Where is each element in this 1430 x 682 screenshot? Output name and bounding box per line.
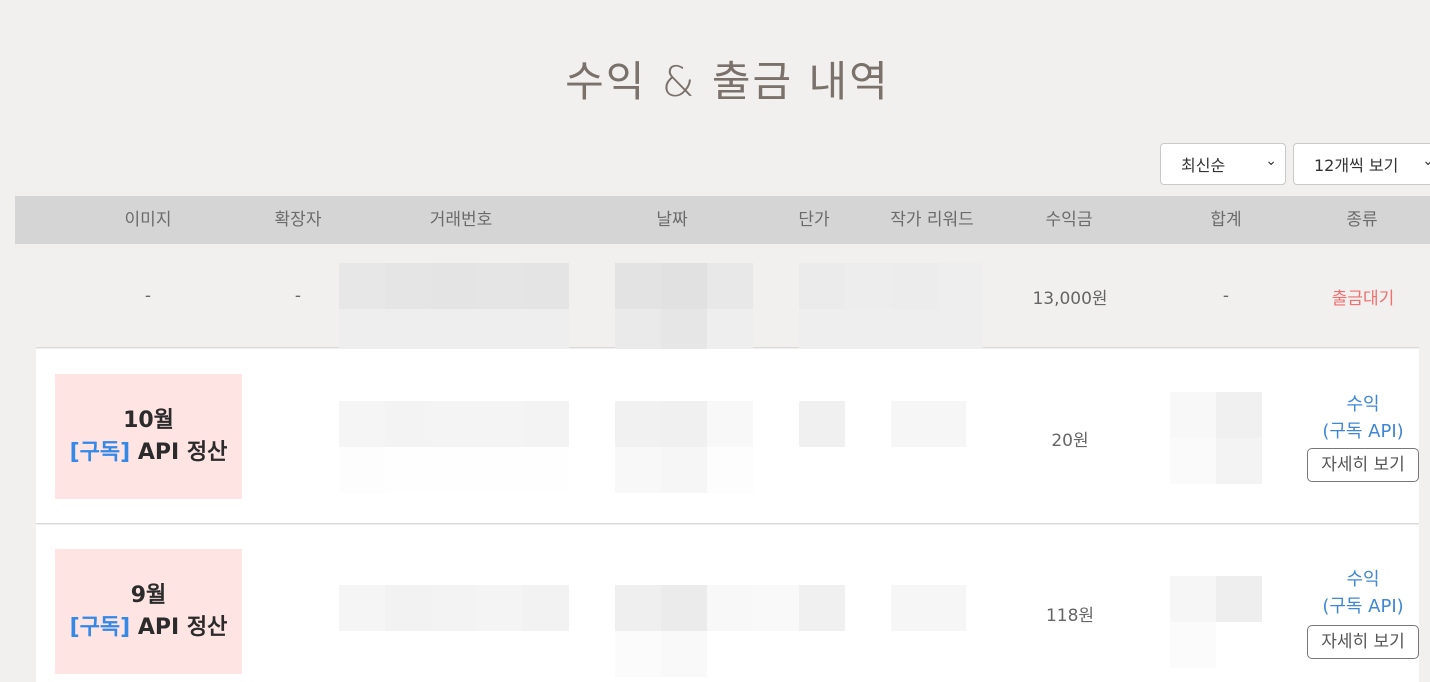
detail-button[interactable]: 자세히 보기 — [1307, 625, 1419, 659]
thumbnail-image: 9월 [구독] API 정산 — [55, 549, 242, 674]
thumbnail-image: 10월 [구독] API 정산 — [55, 374, 242, 499]
kind-subtype: (구독 API) — [1322, 596, 1404, 617]
kind-type: 수익 — [1346, 394, 1380, 415]
table-row: - - 13,000원 - 출금대기 — [36, 244, 1419, 355]
status-badge: 출금대기 — [1331, 289, 1395, 309]
image-cell: - — [144, 286, 152, 306]
sort-select[interactable]: 최신순 ⌄ — [1160, 143, 1286, 185]
redacted-price — [753, 585, 845, 631]
redacted-transaction-no — [339, 263, 569, 355]
extension-cell: - — [294, 286, 302, 306]
redacted-reward — [891, 585, 966, 631]
redacted-date — [615, 401, 753, 493]
column-header-kind: 종류 — [1346, 210, 1378, 230]
thumbnail-month: 10월 — [123, 407, 174, 433]
amount-cell: 20원 — [1051, 431, 1089, 451]
redacted-total — [1170, 392, 1262, 484]
table-row: 10월 [구독] API 정산 20원 수익 (구독 API) 자세히 보기 — [36, 349, 1419, 524]
detail-button[interactable]: 자세히 보기 — [1307, 448, 1419, 482]
chevron-down-icon: ⌄ — [1265, 153, 1277, 169]
column-header-extension: 확장자 — [274, 210, 322, 230]
redacted-transaction-no — [339, 585, 569, 631]
thumbnail-tag: [구독] — [69, 614, 131, 640]
column-header-amount: 수익금 — [1045, 210, 1093, 230]
redacted-price — [799, 401, 845, 447]
per-page-select-value: 12개씩 보기 — [1314, 156, 1399, 175]
thumbnail-caption: API 정산 — [130, 614, 228, 640]
kind-subtype: (구독 API) — [1322, 421, 1404, 442]
redacted-price — [799, 263, 983, 355]
table-header: 이미지 확장자 거래번호 날짜 단가 작가 리워드 수익금 합계 종류 — [15, 196, 1430, 244]
kind-label: 수익 (구독 API) — [1322, 566, 1403, 620]
kind-label: 수익 (구독 API) — [1322, 391, 1403, 445]
total-cell: - — [1222, 286, 1230, 306]
per-page-select[interactable]: 12개씩 보기 ⌄ — [1293, 143, 1430, 185]
column-header-date: 날짜 — [656, 210, 688, 230]
page-title: 수익 & 출금 내역 — [565, 57, 890, 106]
chevron-down-icon: ⌄ — [1422, 153, 1430, 169]
column-header-author-reward: 작가 리워드 — [890, 210, 974, 230]
column-header-image: 이미지 — [124, 210, 172, 230]
redacted-total — [1170, 576, 1262, 668]
table-row: 9월 [구독] API 정산 118원 수익 (구독 API) 자세히 보기 — [36, 525, 1419, 682]
sort-select-value: 최신순 — [1181, 156, 1226, 175]
amount-cell: 13,000원 — [1032, 289, 1108, 309]
amount-cell: 118원 — [1045, 606, 1095, 626]
thumbnail-caption: API 정산 — [130, 439, 228, 465]
column-header-total: 합계 — [1210, 210, 1242, 230]
redacted-transaction-no — [339, 401, 569, 493]
column-header-unit-price: 단가 — [798, 210, 830, 230]
redacted-date — [615, 585, 753, 677]
thumbnail-month: 9월 — [130, 582, 167, 608]
redacted-reward — [891, 401, 966, 447]
kind-type: 수익 — [1346, 569, 1380, 590]
thumbnail-tag: [구독] — [69, 439, 131, 465]
redacted-date — [615, 263, 753, 355]
column-header-transaction-no: 거래번호 — [429, 210, 493, 230]
